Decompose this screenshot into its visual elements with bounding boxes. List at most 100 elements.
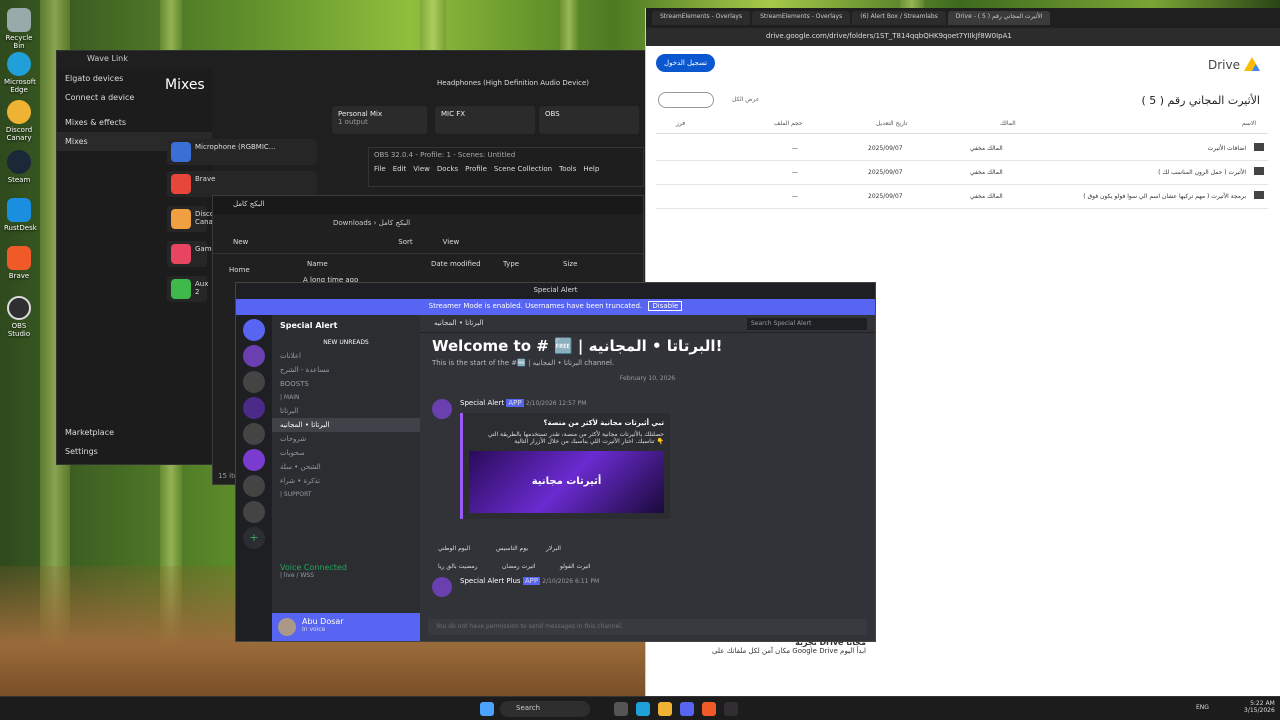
language-indicator[interactable]: ENG xyxy=(1196,704,1209,711)
channel-item[interactable]: الشحن • سلة xyxy=(272,460,420,474)
channel-aux[interactable]: Aux 2 xyxy=(167,276,208,302)
channel-item[interactable]: شروحات xyxy=(272,432,420,446)
output-device-select[interactable]: Headphones (High Definition Audio Device… xyxy=(437,79,589,87)
server-name[interactable]: Special Alert xyxy=(272,315,420,336)
view-all-link[interactable]: عرض الكل xyxy=(732,96,759,103)
menu-file[interactable]: File xyxy=(374,165,386,173)
personal-mix-card[interactable]: Personal Mix 1 output xyxy=(332,106,427,134)
menu-scene-collection[interactable]: Scene Collection xyxy=(494,165,552,173)
col-name[interactable]: Name xyxy=(307,260,431,268)
task-view-icon[interactable] xyxy=(614,702,628,716)
desktop-icon-recycle-bin[interactable]: Recycle Bin xyxy=(4,8,34,50)
link-button[interactable]: يوم التاسيس xyxy=(496,545,528,552)
channel-brave[interactable]: Brave xyxy=(167,171,317,197)
menu-docks[interactable]: Docks xyxy=(437,165,458,173)
server-icon[interactable] xyxy=(243,449,265,471)
new-unreads-pill[interactable]: NEW UNREADS xyxy=(272,336,420,349)
clock[interactable]: 5:22 AM 3/15/2026 xyxy=(1244,700,1275,714)
view-toggle[interactable] xyxy=(658,92,714,108)
tab-streamelements-2[interactable]: StreamElements - Overlays xyxy=(752,11,851,25)
edge-icon[interactable] xyxy=(636,702,650,716)
new-button[interactable]: New xyxy=(233,238,248,249)
breadcrumb[interactable]: Downloads › البكج كامل xyxy=(213,214,643,234)
disable-button[interactable]: Disable xyxy=(648,301,683,311)
tab-streamelements-1[interactable]: StreamElements - Overlays xyxy=(652,11,751,25)
server-icon[interactable] xyxy=(243,371,265,393)
channel-game[interactable]: Game xyxy=(167,241,216,267)
user-panel[interactable]: Abu Dosar In voice xyxy=(272,613,420,641)
table-row[interactable]: الأثيرت ( حمل الزون المناسب لك ) المالك … xyxy=(656,161,1268,185)
desktop-icon-discord-canary[interactable]: Discord Canary xyxy=(4,100,34,142)
channel-item[interactable]: سحوبات xyxy=(272,446,420,460)
channel-item[interactable]: تذكرة • شراء xyxy=(272,474,420,488)
taskbar-search[interactable]: Search xyxy=(500,701,590,717)
desktop-icon-obs[interactable]: OBS Studio xyxy=(4,296,34,338)
table-row[interactable]: اضافات الأثيرت المالك مخفي 2025/09/07 — xyxy=(656,137,1268,161)
channel-microphone[interactable]: Microphone (RGBMIC... xyxy=(167,139,317,165)
menu-tools[interactable]: Tools xyxy=(559,165,576,173)
server-icon[interactable] xyxy=(243,397,265,419)
col-owner[interactable]: المالك xyxy=(1000,120,1016,127)
nav-home[interactable]: Home xyxy=(229,266,250,274)
channel-item[interactable]: مساعدة - الشرح xyxy=(272,363,420,377)
col-type[interactable]: Type xyxy=(503,260,563,268)
link-button[interactable]: اثيرت رمضان xyxy=(502,563,536,570)
col-size[interactable]: Size xyxy=(563,260,577,268)
menu-view[interactable]: View xyxy=(413,165,430,173)
sidebar-item-marketplace[interactable]: Marketplace xyxy=(57,423,212,442)
add-server-icon[interactable]: + xyxy=(243,527,265,549)
link-button[interactable]: البرلار xyxy=(546,545,561,552)
col-name[interactable]: الاسم xyxy=(1242,120,1256,127)
menu-edit[interactable]: Edit xyxy=(393,165,407,173)
message-input[interactable]: You do not have permission to send messa… xyxy=(428,619,867,635)
link-button[interactable]: اليوم الوطني xyxy=(438,545,470,552)
obs-icon[interactable] xyxy=(724,702,738,716)
channel-item[interactable]: BOOSTS xyxy=(272,377,420,391)
desktop-icon-edge[interactable]: Microsoft Edge xyxy=(4,52,36,94)
channel-discord[interactable]: Disco Canar xyxy=(167,206,216,232)
search-input[interactable]: Search Special Alert xyxy=(747,318,867,330)
view-button[interactable]: View xyxy=(443,238,460,249)
window-title: Wave Link xyxy=(87,54,128,63)
server-icon[interactable] xyxy=(243,345,265,367)
brave-icon[interactable] xyxy=(702,702,716,716)
avatar[interactable] xyxy=(432,577,452,597)
sort-button[interactable]: Sort xyxy=(398,238,412,249)
discord-icon[interactable] xyxy=(680,702,694,716)
desktop-icon-steam[interactable]: Steam xyxy=(4,150,34,184)
tab-streamlabs[interactable]: (6) Alert Box / Streamlabs xyxy=(852,11,946,25)
channel-item[interactable]: اعلانات xyxy=(272,349,420,363)
sidebar-item-settings[interactable]: Settings xyxy=(57,442,212,461)
col-sort[interactable]: فرز xyxy=(676,120,685,127)
col-size[interactable]: حجم الملف xyxy=(774,120,803,127)
avatar[interactable] xyxy=(432,399,452,419)
category-support[interactable]: | SUPPORT xyxy=(272,488,420,501)
tab-drive[interactable]: Drive - الأثيرت المجاني رقم ( 5 ) xyxy=(947,11,1051,25)
table-row[interactable]: برمجة الأثيرت ( مهم تركيها عشان اسم الي … xyxy=(656,185,1268,209)
embed-image[interactable]: أثيرتات مجانية xyxy=(469,451,664,513)
link-button[interactable]: اثيرت الفولو xyxy=(560,563,591,570)
server-icon[interactable] xyxy=(243,475,265,497)
server-icon[interactable] xyxy=(243,501,265,523)
start-icon[interactable] xyxy=(480,702,494,716)
explorer-tab[interactable]: البكج كامل xyxy=(213,196,643,214)
col-date[interactable]: Date modified xyxy=(431,260,503,268)
col-modified[interactable]: تاريخ التعديل xyxy=(876,120,907,127)
menu-profile[interactable]: Profile xyxy=(465,165,487,173)
channel-item[interactable]: البرتاتا xyxy=(272,404,420,418)
channel-item-selected[interactable]: البرتاتا • المجانيه xyxy=(272,418,420,432)
server-list: + xyxy=(236,315,272,641)
server-icon[interactable] xyxy=(243,423,265,445)
explorer-icon[interactable] xyxy=(658,702,672,716)
link-button[interactable]: رمضيت بالق ريا xyxy=(438,563,478,570)
obs-mix-card[interactable]: OBS xyxy=(539,106,639,134)
menu-help[interactable]: Help xyxy=(583,165,599,173)
desktop-icon-brave[interactable]: Brave xyxy=(4,246,34,280)
sign-in-button[interactable]: تسجيل الدخول xyxy=(656,54,716,72)
avatar[interactable] xyxy=(278,618,296,636)
desktop-icon-rustdesk[interactable]: RustDesk xyxy=(4,198,37,232)
address-bar[interactable]: drive.google.com/drive/folders/1ST_T814q… xyxy=(646,28,1280,46)
mic-fx-card[interactable]: MIC FX xyxy=(435,106,535,134)
category-main[interactable]: | MAIN xyxy=(272,391,420,404)
server-icon[interactable] xyxy=(243,319,265,341)
